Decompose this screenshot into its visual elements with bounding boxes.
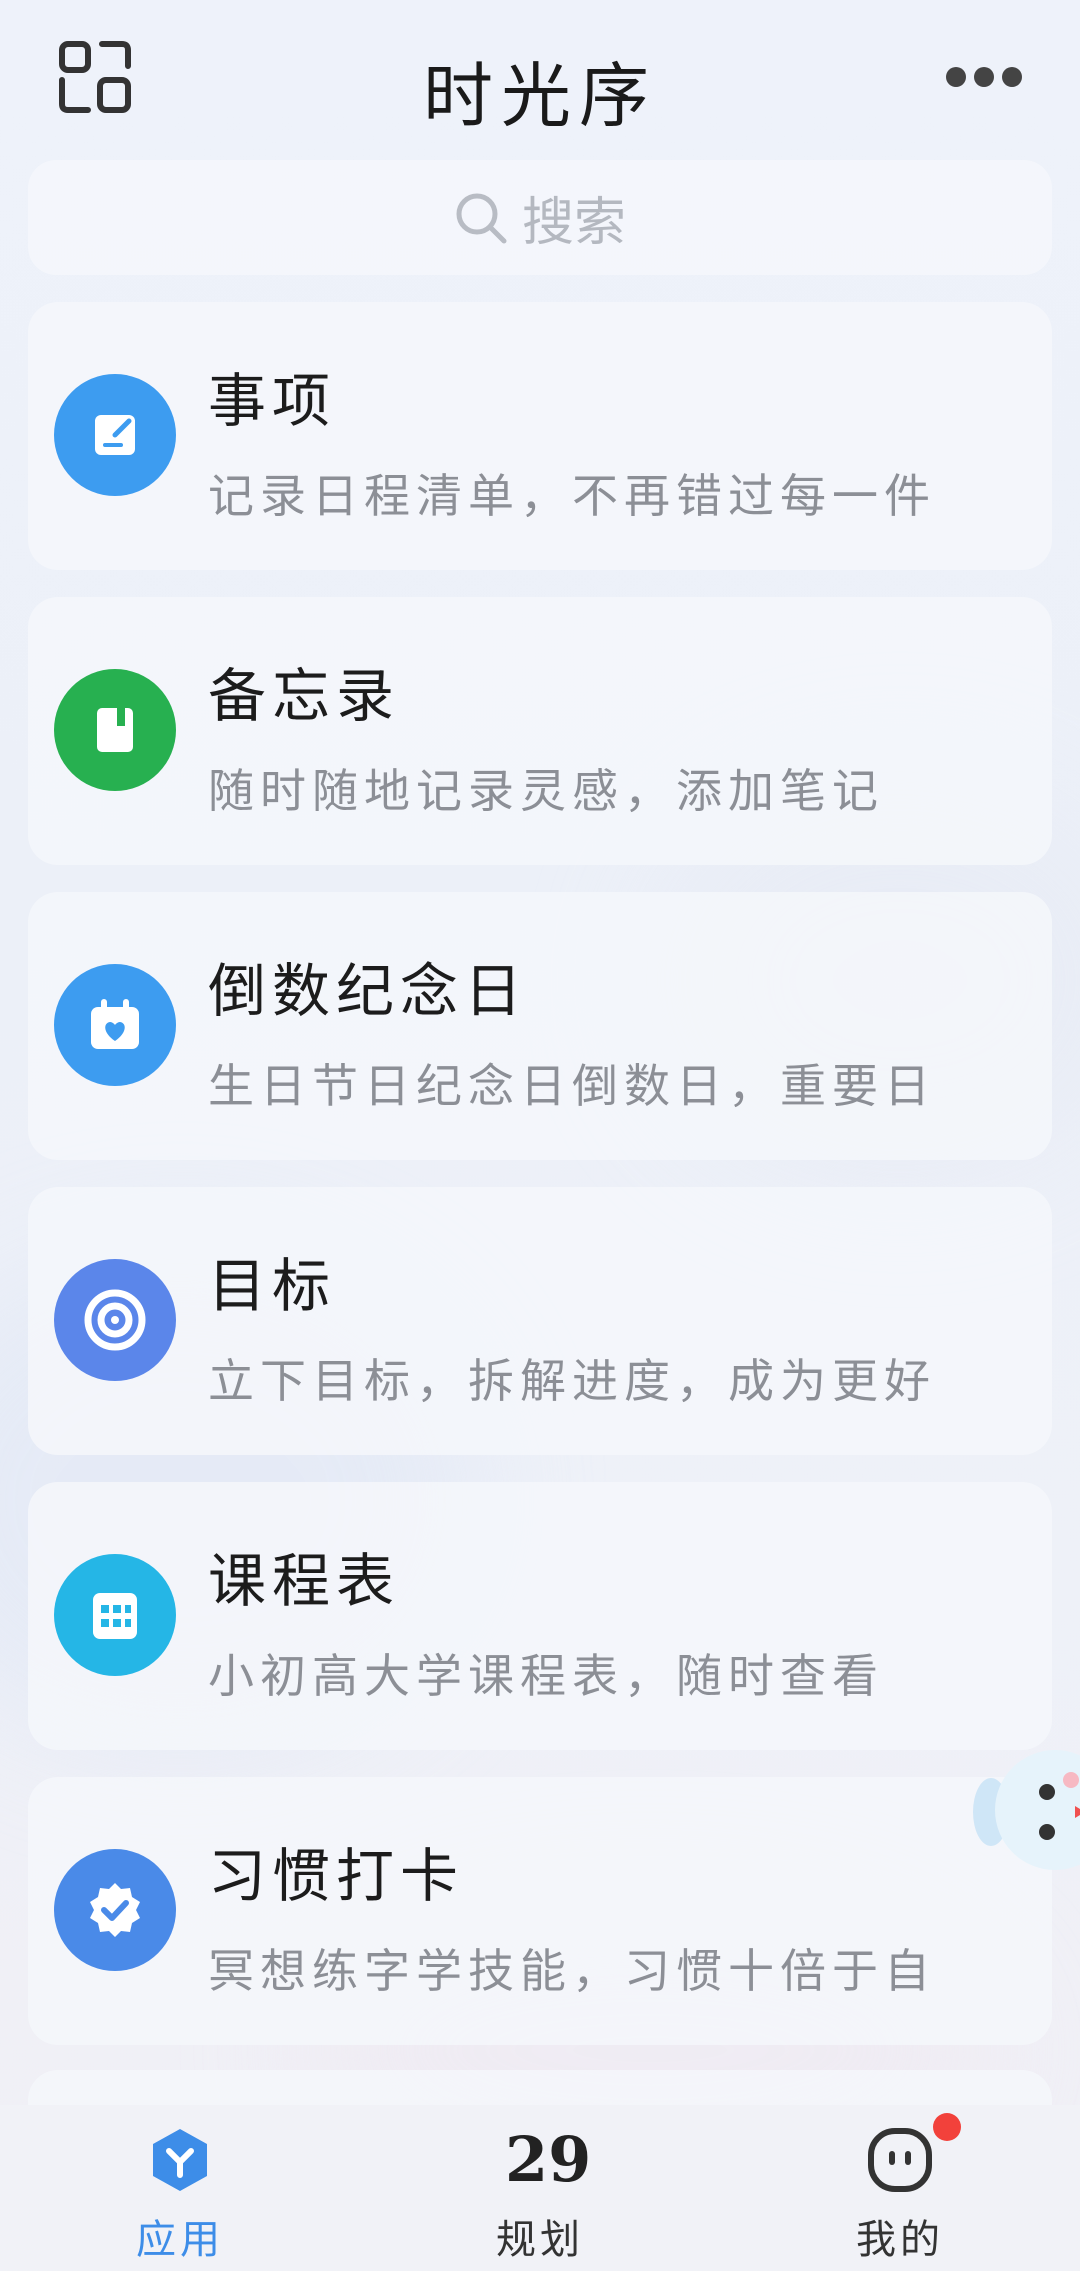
tab-bar: 应用 29 规划 我的	[0, 2105, 1080, 2271]
app-desc-text: 生日节日纪念日倒数日，重要日	[208, 1059, 936, 1113]
search-icon	[456, 193, 507, 243]
app-desc-text: 立下目标，拆解进度，成为更好	[208, 1354, 936, 1408]
app-desc-text: 冥想练字学技能，习惯十倍于自	[208, 1944, 936, 1998]
more-icon[interactable]	[944, 62, 1024, 92]
calendar-heart-icon	[54, 964, 176, 1086]
app-desc-text: 记录日程清单，不再错过每一件	[208, 469, 936, 523]
app-title-text: 备忘录	[208, 662, 401, 730]
header: 时光序	[0, 0, 1080, 160]
app-card-timetable[interactable]: 课程表 小初高大学课程表，随时查看	[28, 1482, 1052, 1750]
tab-profile[interactable]: 我的	[800, 2113, 1000, 2265]
app-card-countdown[interactable]: 倒数纪念日 生日节日纪念日倒数日，重要日	[28, 892, 1052, 1160]
app-card-tasks[interactable]: 事项 记录日程清单，不再错过每一件	[28, 302, 1052, 570]
plan-number: 29	[505, 2123, 592, 2196]
app-title-text: 事项	[208, 367, 337, 435]
tab-plan[interactable]: 29 规划	[440, 2125, 640, 2265]
notification-badge	[933, 2113, 961, 2141]
app-title-text: 习惯打卡	[208, 1842, 465, 1910]
app-card-habit[interactable]: 习惯打卡 冥想练字学技能，习惯十倍于自	[28, 1777, 1052, 2045]
mascot-icon[interactable]	[955, 1740, 1080, 1880]
app-title-text: 课程表	[208, 1547, 401, 1615]
timetable-icon	[54, 1554, 176, 1676]
edit-note-icon	[54, 374, 176, 496]
profile-icon	[865, 2113, 961, 2195]
tab-label: 规划	[496, 2217, 584, 2263]
tab-apps[interactable]: 应用	[80, 2125, 280, 2265]
app-desc-text: 小初高大学课程表，随时查看	[208, 1649, 884, 1703]
check-badge-icon	[54, 1849, 176, 1971]
app-title-text: 目标	[208, 1252, 337, 1320]
app-card-memo[interactable]: 备忘录 随时随地记录灵感，添加笔记	[28, 597, 1052, 865]
plan-icon: 29	[505, 2123, 592, 2196]
app-title-text: 倒数纪念日	[208, 957, 529, 1025]
search-placeholder: 搜索	[521, 193, 626, 253]
target-icon	[54, 1259, 176, 1381]
app-card-goal[interactable]: 目标 立下目标，拆解进度，成为更好	[28, 1187, 1052, 1455]
tab-label: 应用	[136, 2217, 224, 2263]
search-input[interactable]: 搜索	[28, 160, 1052, 275]
app-title: 时光序	[423, 55, 657, 137]
tab-label: 我的	[856, 2217, 944, 2263]
app-desc-text: 随时随地记录灵感，添加笔记	[208, 764, 884, 818]
apps-icon	[145, 2125, 215, 2195]
notebook-icon	[54, 669, 176, 791]
